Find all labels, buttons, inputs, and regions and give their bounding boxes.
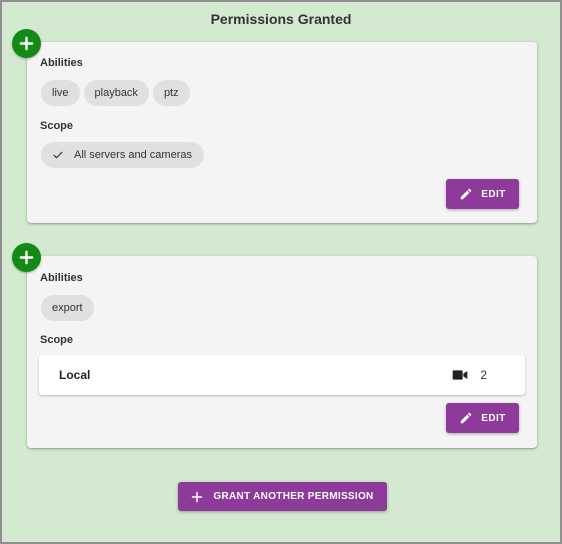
edit-button-label: EDIT — [481, 412, 506, 424]
abilities-chip-list: export — [41, 295, 94, 321]
camera-count: 2 — [480, 368, 487, 382]
scope-row-local[interactable]: Local 2 — [39, 355, 525, 395]
ability-chip-ptz: ptz — [152, 80, 190, 106]
grant-button-label: GRANT ANOTHER PERMISSION — [213, 491, 374, 502]
ability-chip-live: live — [41, 80, 80, 106]
video-camera-icon — [452, 370, 468, 380]
pencil-icon — [461, 188, 472, 200]
plus-icon — [19, 36, 34, 51]
edit-button[interactable]: EDIT — [446, 179, 519, 209]
check-icon — [53, 151, 63, 159]
ability-chip-export: export — [41, 295, 94, 321]
add-permission-button[interactable] — [12, 29, 41, 58]
scope-label: Scope — [40, 120, 74, 132]
abilities-label: Abilities — [40, 272, 83, 284]
scope-label: Scope — [40, 334, 74, 346]
scope-chip-list: All servers and cameras — [41, 142, 204, 168]
add-permission-button[interactable] — [12, 243, 41, 272]
permission-card: Abilities export Scope Local 2 EDIT — [27, 256, 537, 448]
scope-chip-label: All servers and cameras — [74, 149, 192, 161]
grant-another-permission-button[interactable]: GRANT ANOTHER PERMISSION — [178, 482, 387, 511]
scope-chip: All servers and cameras — [41, 142, 204, 168]
plus-icon — [19, 250, 34, 265]
permission-card: Abilities live playback ptz Scope All se… — [27, 42, 537, 223]
edit-button[interactable]: EDIT — [446, 403, 519, 433]
ability-chip-playback: playback — [83, 80, 149, 106]
plus-icon — [192, 491, 203, 502]
abilities-label: Abilities — [40, 57, 83, 69]
edit-button-label: EDIT — [481, 188, 506, 200]
pencil-icon — [461, 412, 472, 424]
permissions-panel: Permissions Granted Abilities live playb… — [0, 0, 562, 544]
scope-row-name: Local — [59, 368, 91, 382]
page-title: Permissions Granted — [210, 11, 352, 27]
abilities-chip-list: live playback ptz — [41, 80, 190, 106]
